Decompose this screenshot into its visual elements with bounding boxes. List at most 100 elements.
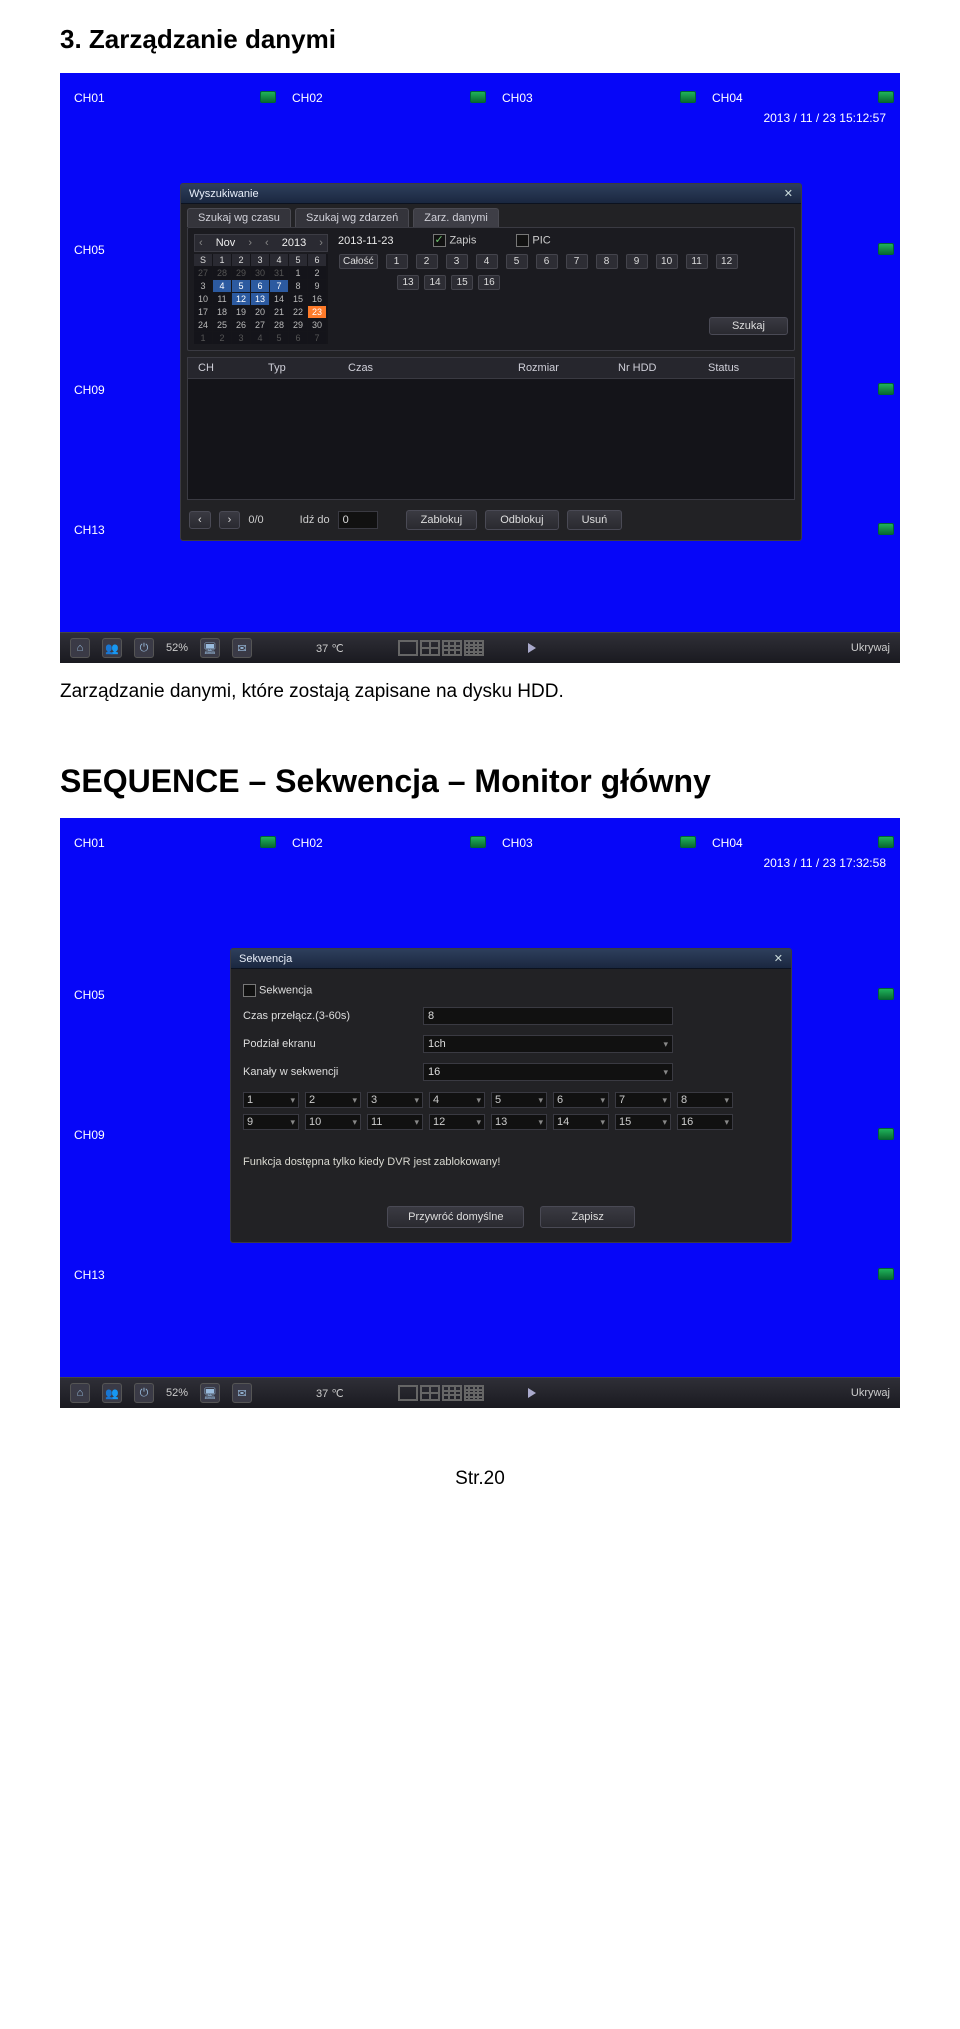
channel-num-button[interactable]: 6 — [536, 254, 558, 269]
seq-channel-select[interactable]: 3▾ — [367, 1092, 423, 1108]
close-icon[interactable]: ✕ — [774, 952, 783, 965]
channel-label: CH05 — [74, 988, 105, 1002]
lock-button[interactable]: Zablokuj — [406, 510, 478, 530]
channel-num-button[interactable]: 7 — [566, 254, 588, 269]
hide-button[interactable]: Ukrywaj — [851, 642, 890, 654]
save-button[interactable]: Zapisz — [540, 1206, 634, 1228]
seq-channel-select[interactable]: 4▾ — [429, 1092, 485, 1108]
seq-channel-select[interactable]: 9▾ — [243, 1114, 299, 1130]
channel-icon — [878, 91, 894, 103]
zapis-checkbox[interactable]: Zapis — [433, 234, 476, 247]
cal-next-icon[interactable]: › — [248, 237, 252, 249]
seq-channel-select[interactable]: 8▾ — [677, 1092, 733, 1108]
note-text: Funkcja dostępna tylko kiedy DVR jest za… — [235, 1136, 787, 1198]
layout-icons[interactable] — [398, 640, 484, 656]
channel-icon — [680, 836, 696, 848]
power-icon[interactable]: ⏻ — [134, 638, 154, 658]
dvr-screenshot-search: CH01 CH02 CH03 CH04 2013 / 11 / 23 15:12… — [60, 73, 900, 663]
pager-next-button[interactable]: › — [219, 511, 241, 529]
seq-channel-select[interactable]: 2▾ — [305, 1092, 361, 1108]
tab-row: Szukaj wg czasu Szukaj wg zdarzeń Zarz. … — [181, 204, 801, 227]
channel-num-button[interactable]: 10 — [656, 254, 678, 269]
seq-channel-select[interactable]: 13▾ — [491, 1114, 547, 1130]
channel-num-button[interactable]: 4 — [476, 254, 498, 269]
channel-num-button[interactable]: 12 — [716, 254, 738, 269]
tab-data-mgmt[interactable]: Zarz. danymi — [413, 208, 499, 227]
delete-button[interactable]: Usuń — [567, 510, 623, 530]
chevron-down-icon: ▾ — [663, 1039, 668, 1050]
seq-channel-select[interactable]: 7▾ — [615, 1092, 671, 1108]
channel-num-button[interactable]: 8 — [596, 254, 618, 269]
channel-label: CH04 — [712, 91, 743, 105]
channel-num-button[interactable]: 2 — [416, 254, 438, 269]
channel-num-button[interactable]: 5 — [506, 254, 528, 269]
monitor-icon[interactable]: 🖥 — [200, 638, 220, 658]
pic-checkbox[interactable]: PIC — [516, 234, 550, 247]
search-panel: ‹ Nov › ‹ 2013 › S123456 272829303112 34… — [187, 227, 795, 351]
screen-split-select[interactable]: 1ch▾ — [423, 1035, 673, 1053]
seq-channel-select[interactable]: 15▾ — [615, 1114, 671, 1130]
sequence-checkbox[interactable]: Sekwencja — [243, 984, 312, 997]
user-icon[interactable]: 👥 — [102, 638, 122, 658]
seq-channel-select[interactable]: 16▾ — [677, 1114, 733, 1130]
seq-channel-select[interactable]: 5▾ — [491, 1092, 547, 1108]
seq-channel-select[interactable]: 10▾ — [305, 1114, 361, 1130]
dvr-screenshot-sequence: CH01 CH02 CH03 CH04 2013 / 11 / 23 17:32… — [60, 818, 900, 1408]
calendar-grid[interactable]: S123456 272829303112 3456789 10111213141… — [194, 254, 328, 344]
channel-label: CH09 — [74, 1128, 105, 1142]
channel-icon — [878, 383, 894, 395]
dialog-title-text: Sekwencja — [239, 953, 292, 965]
restore-defaults-button[interactable]: Przywróć domyślne — [387, 1206, 524, 1228]
user-icon[interactable]: 👥 — [102, 1383, 122, 1403]
all-channels-button[interactable]: Całość — [339, 254, 378, 269]
seq-channel-select[interactable]: 1▾ — [243, 1092, 299, 1108]
channel-num-button[interactable]: 1 — [386, 254, 408, 269]
channel-icon — [878, 1268, 894, 1280]
calendar[interactable]: ‹ Nov › ‹ 2013 › S123456 272829303112 34… — [194, 234, 328, 344]
play-icon[interactable] — [528, 1388, 536, 1398]
tab-time-search[interactable]: Szukaj wg czasu — [187, 208, 291, 227]
channel-num-button[interactable]: 13 — [397, 275, 419, 290]
mail-icon[interactable]: ✉ — [232, 638, 252, 658]
channel-icon — [878, 523, 894, 535]
channel-num-button[interactable]: 15 — [451, 275, 473, 290]
play-icon[interactable] — [528, 643, 536, 653]
channels-count-select[interactable]: 16▾ — [423, 1063, 673, 1081]
seq-channel-select[interactable]: 11▾ — [367, 1114, 423, 1130]
mail-icon[interactable]: ✉ — [232, 1383, 252, 1403]
cal-next-year-icon[interactable]: › — [319, 237, 323, 249]
pager-text: 0/0 — [248, 514, 263, 526]
cal-prev-icon[interactable]: ‹ — [199, 237, 203, 249]
power-icon[interactable]: ⏻ — [134, 1383, 154, 1403]
home-icon[interactable]: ⌂ — [70, 638, 90, 658]
seq-channel-select[interactable]: 12▾ — [429, 1114, 485, 1130]
channels-count-label: Kanały w sekwencji — [243, 1066, 423, 1078]
channel-icon — [878, 243, 894, 255]
caption-1: Zarządzanie danymi, które zostają zapisa… — [60, 681, 900, 703]
search-button[interactable]: Szukaj — [709, 317, 788, 335]
unlock-button[interactable]: Odblokuj — [485, 510, 558, 530]
disk-usage: 52% — [166, 1387, 188, 1399]
cal-prev-year-icon[interactable]: ‹ — [265, 237, 269, 249]
cal-month: Nov — [216, 237, 236, 249]
switch-time-input[interactable]: 8 — [423, 1007, 673, 1025]
channel-num-button[interactable]: 9 — [626, 254, 648, 269]
pager-prev-button[interactable]: ‹ — [189, 511, 211, 529]
channel-num-button[interactable]: 3 — [446, 254, 468, 269]
close-icon[interactable]: ✕ — [784, 187, 793, 200]
channel-num-button[interactable]: 11 — [686, 254, 708, 269]
results-table-header: CH Typ Czas Rozmiar Nr HDD Status — [187, 357, 795, 379]
layout-icons[interactable] — [398, 1385, 484, 1401]
hide-button[interactable]: Ukrywaj — [851, 1387, 890, 1399]
cal-year: 2013 — [282, 237, 306, 249]
dialog-titlebar: Wyszukiwanie ✕ — [181, 184, 801, 204]
home-icon[interactable]: ⌂ — [70, 1383, 90, 1403]
monitor-icon[interactable]: 🖥 — [200, 1383, 220, 1403]
channel-num-button[interactable]: 14 — [424, 275, 446, 290]
goto-input[interactable]: 0 — [338, 511, 378, 529]
seq-channel-select[interactable]: 14▾ — [553, 1114, 609, 1130]
channel-num-button[interactable]: 16 — [478, 275, 500, 290]
tab-event-search[interactable]: Szukaj wg zdarzeń — [295, 208, 409, 227]
seq-channel-select[interactable]: 6▾ — [553, 1092, 609, 1108]
channel-icon — [260, 91, 276, 103]
